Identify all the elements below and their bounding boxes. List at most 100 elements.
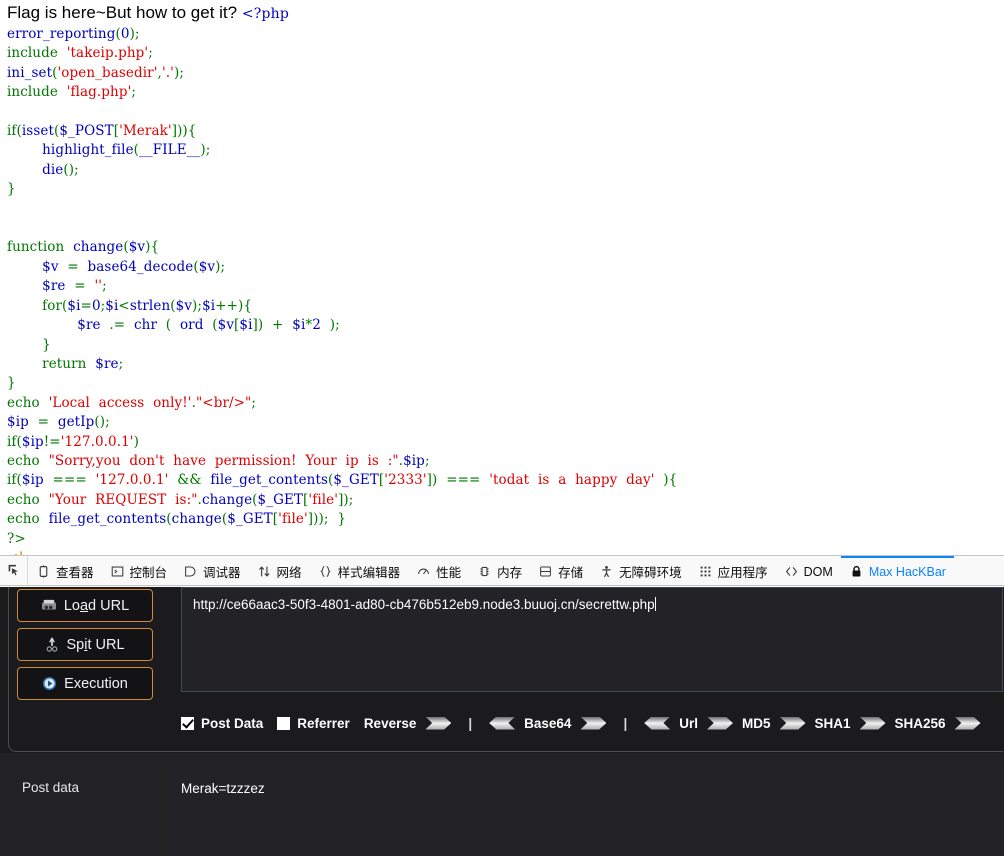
code-token: (); [94, 414, 110, 431]
console-icon [110, 565, 125, 578]
code-token: $_POST [59, 123, 114, 140]
devtools-toolbar: 查看器 控制台 调试器 网络 样式编辑器 性能 内存 存储 无障碍环境 应用程序 DOM Max Ha… [0, 556, 1004, 586]
code-token: 0 [91, 297, 101, 314]
code-token: die [42, 161, 64, 178]
code-token: ])){ [171, 123, 197, 140]
code-token: '2333' [384, 472, 427, 489]
code-token: 'Merak' [119, 123, 172, 140]
hackbar-url-field-wrapper[interactable]: http://ce66aac3-50f3-4801-ad80-cb476b512… [181, 587, 1003, 692]
devtools-tab-tab7[interactable]: 内存 [469, 556, 530, 585]
devtools-tab-tab2[interactable]: 控制台 [102, 556, 176, 585]
code-token: 'open_basedir' [57, 64, 158, 81]
code-line: error_reporting(0); [7, 25, 1004, 44]
code-token: file_get_contents [48, 511, 167, 528]
code-token: echo [7, 491, 49, 508]
code-token: ( [203, 317, 218, 334]
code-token: $ip [403, 452, 425, 469]
text-caret [654, 597, 656, 611]
code-token: isset [21, 123, 54, 140]
max-hackbar-panel: Load URL Spit URL Execution http://ce66aac… [0, 587, 1004, 856]
code-token: && [168, 472, 211, 489]
code-token: ini_set [7, 64, 53, 81]
encoder-reverse-label: Reverse [363, 715, 417, 731]
code-token: '127.0.0.1' [95, 472, 169, 489]
encode-base64-arrow-right-icon[interactable] [580, 716, 607, 730]
devtools-tab-tab6[interactable]: 性能 [408, 556, 469, 585]
code-token: $re [95, 355, 119, 372]
code-token: "Your REQUEST is:" [48, 491, 198, 508]
code-line: include 'flag.php'; [7, 83, 1004, 102]
code-token: 2 [312, 317, 321, 334]
code-token: include [7, 45, 67, 62]
encode-reverse-arrow-right-icon[interactable] [425, 716, 452, 730]
code-token: function [7, 239, 74, 256]
network-icon [257, 565, 272, 578]
url-input[interactable]: http://ce66aac3-50f3-4801-ad80-cb476b512… [182, 588, 1002, 612]
decode-reverse-arrow-left-icon[interactable] [489, 716, 516, 730]
code-line: include 'takeip.php'; [7, 44, 1004, 63]
spit-url-button[interactable]: Spit URL [17, 628, 153, 661]
code-token: != [43, 433, 61, 450]
code-token: $ip [21, 472, 44, 489]
headline-text: Flag is here~But how to get it? [7, 3, 238, 22]
code-line: } [7, 374, 1004, 393]
devtools-panel: 查看器 控制台 调试器 网络 样式编辑器 性能 内存 存储 无障碍环境 应用程序 DOM Max Ha… [0, 555, 1004, 856]
code-token: ?> [7, 530, 26, 547]
devtools-tab-tab4[interactable]: 网络 [249, 556, 310, 585]
decode-base64-arrow-left-icon[interactable] [644, 716, 671, 730]
code-token: ; [148, 45, 153, 62]
devtools-tab-max-hackbar[interactable]: Max HacKBar [840, 556, 954, 585]
execution-button[interactable]: Execution [17, 667, 153, 700]
code-token: $i [202, 297, 216, 314]
post-data-option[interactable]: Post Data [181, 716, 263, 731]
post-data-input[interactable]: Merak=tzzzez [170, 767, 1004, 856]
code-token: if [7, 433, 17, 450]
encode-md5-arrow-right-icon[interactable] [779, 716, 806, 730]
code-token: } [7, 336, 51, 353]
post-data-option-checkbox[interactable] [181, 716, 194, 730]
code-line: } [7, 336, 1004, 355]
referrer-option-checkbox[interactable] [277, 716, 291, 730]
referrer-option[interactable]: Referrer [277, 716, 350, 731]
encode-sha256-arrow-right-icon[interactable] [954, 716, 981, 730]
code-token: ])); } [307, 511, 347, 528]
code-line: ?> [7, 530, 1004, 549]
code-token: < [118, 297, 130, 314]
code-line: ini_set('open_basedir','.'); [7, 64, 1004, 83]
encoder-url-label: Url [679, 715, 698, 731]
devtools-tab-label: 存储 [558, 566, 584, 580]
devtools-tab-tab8[interactable]: 存储 [530, 556, 591, 585]
element-picker-icon[interactable] [0, 556, 28, 585]
devtools-tab-tab1[interactable]: 查看器 [28, 556, 102, 585]
code-token: $v [42, 258, 59, 275]
hackbar-options-row: Post Data Referrer Reverse | Base64 | Url MD5 SH… [181, 709, 1003, 737]
devtools-tab-tab10[interactable]: 应用程序 [690, 556, 776, 585]
encode-sha1-arrow-right-icon[interactable] [859, 716, 886, 730]
code-token: "<br/>" [195, 394, 252, 411]
code-token: getIp [57, 414, 95, 431]
encoder-md5-label: MD5 [741, 715, 771, 731]
devtools-tab-label: 无障碍环境 [619, 566, 682, 580]
encode-url-arrow-right-icon[interactable] [706, 716, 733, 730]
devtools-tab-dom[interactable]: DOM [776, 556, 841, 585]
code-token: $re [77, 317, 101, 334]
devtools-tab-tab3[interactable]: 调试器 [175, 556, 249, 585]
devtools-tab-label: 应用程序 [717, 566, 768, 580]
devtools-tab-tab5[interactable]: 样式编辑器 [310, 556, 409, 585]
code-token: ); [173, 64, 184, 81]
devtools-tab-label: 调试器 [203, 566, 241, 580]
code-token: ); [129, 26, 140, 42]
code-token: $_GET [227, 511, 273, 528]
code-token: $i [105, 297, 119, 314]
code-token: ]) === [426, 472, 490, 489]
url-input-value: http://ce66aac3-50f3-4801-ad80-cb476b512… [193, 597, 655, 612]
encoder-sha1-label: SHA1 [814, 715, 851, 731]
devtools-tab-tab9[interactable]: 无障碍环境 [591, 556, 690, 585]
code-token: ; [251, 394, 257, 411]
code-line: function change($v){ [7, 238, 1004, 257]
inspector-icon [36, 565, 51, 578]
execution-button-label: Execution [64, 675, 128, 692]
load-url-button[interactable]: Load URL [17, 589, 153, 622]
